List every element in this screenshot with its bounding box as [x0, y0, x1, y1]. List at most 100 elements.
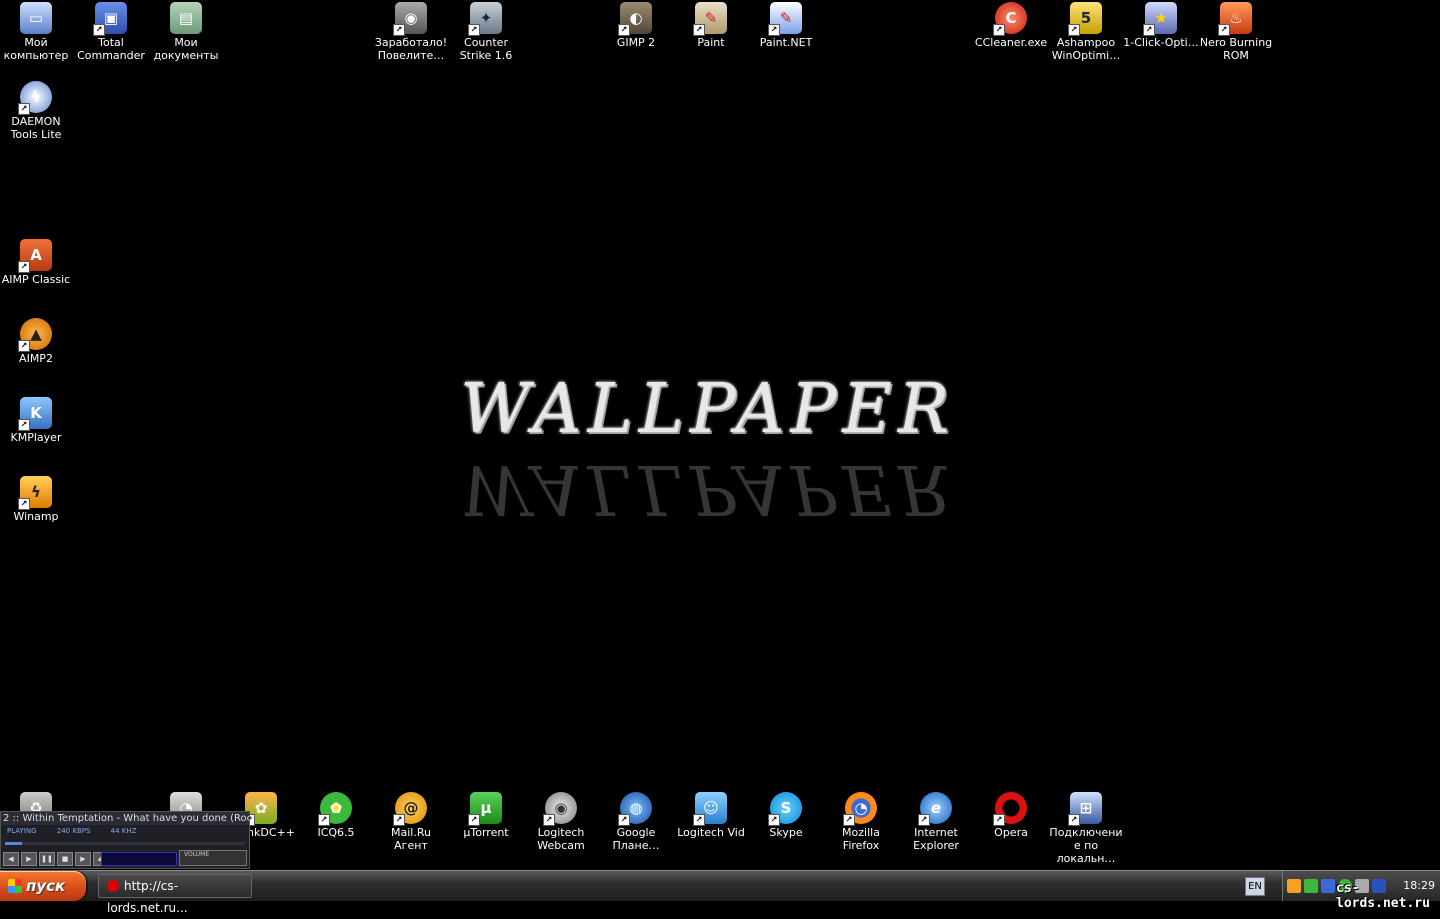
- language-indicator[interactable]: EN: [1245, 877, 1265, 896]
- folder-icon: ▤: [170, 2, 202, 34]
- desktop-icon-label: Мой компьютер: [3, 36, 69, 62]
- wand-icon: ★ ↗: [1143, 2, 1177, 36]
- aimp-icon: ▲ ↗: [18, 318, 52, 352]
- desktop[interactable]: WALLPAPER WALLPAPER ▭ Мой компьютер ▣ ↗ T…: [0, 0, 1440, 870]
- webcam-icon: ◉ ↗: [543, 792, 577, 826]
- desktop-icon-label: Nero Burning ROM: [1199, 36, 1273, 62]
- desktop-icon-1-click-optimizer[interactable]: ★ ↗ 1-Click-Opti…: [1123, 2, 1199, 49]
- desktop-icon-aimp2[interactable]: ▲ ↗ AIMP2: [0, 318, 74, 365]
- desktop-icon-kmplayer[interactable]: K ↗ KMPlayer: [0, 397, 74, 444]
- ashampoo-icon: 5 ↗: [1068, 2, 1102, 36]
- desktop-icon-label: Заработало! Повелите…: [374, 36, 448, 62]
- aimp-tray-icon[interactable]: [1287, 879, 1301, 893]
- desktop-icon-label: DAEMON Tools Lite: [10, 115, 62, 141]
- desktop-icon-label: ICQ6.5: [317, 826, 355, 839]
- desktop-icon-label: KMPlayer: [10, 431, 62, 444]
- desktop-icon-skype[interactable]: S ↗ Skype: [748, 792, 824, 839]
- desktop-icon-label: Мои документы: [153, 36, 219, 62]
- desktop-icon-mailru[interactable]: @ ↗ Mail.Ru Агент: [373, 792, 449, 852]
- desktop-icon-my-documents[interactable]: ▤ Мои документы: [148, 2, 224, 62]
- desktop-icon-label: Counter Strike 1.6: [459, 36, 513, 62]
- desktop-icon-ccleaner[interactable]: C ↗ CCleaner.exe: [973, 2, 1049, 49]
- desktop-icon-label: Total Commander: [77, 36, 145, 62]
- mailru-at-icon: @ ↗: [393, 792, 427, 826]
- nero-icon: ♨ ↗: [1218, 2, 1252, 36]
- desktop-icon-my-computer[interactable]: ▭ Мой компьютер: [0, 2, 74, 62]
- network-tray-icon[interactable]: [1321, 879, 1335, 893]
- desktop-icon-paint-net[interactable]: ✎ ↗ Paint.NET: [748, 2, 824, 49]
- desktop-icon-paint[interactable]: ✎ ↗ Paint: [673, 2, 749, 49]
- taskbar-item-label: http://cs-lords.net.ru...: [107, 879, 188, 915]
- desktop-icon-label: GIMP 2: [616, 36, 656, 49]
- ccleaner-icon: C ↗: [993, 2, 1027, 36]
- icq-flower-icon: ✿ ↗: [318, 792, 352, 826]
- winamp-volume-slider[interactable]: VOLUME: [179, 850, 247, 866]
- desktop-icon-label: Mozilla Firefox: [842, 826, 880, 852]
- desktop-icon-gimp[interactable]: ◐ ↗ GIMP 2: [598, 2, 674, 49]
- winamp-status-bar: PLAYING 240 KBPS 44 KHZ: [1, 825, 249, 837]
- computer-icon: ▭: [20, 2, 52, 34]
- desktop-icon-lan-connection[interactable]: ⊞ ↗ Подключение по локальн…: [1048, 792, 1124, 865]
- skype-icon: S ↗: [768, 792, 802, 826]
- winamp-samplerate: 44 KHZ: [110, 827, 137, 835]
- desktop-icon-label: Google Плане…: [612, 826, 660, 852]
- aimp-classic-icon: A ↗: [18, 239, 52, 273]
- daemon-icon: ϟ ↗: [18, 81, 52, 115]
- utorrent-tray-icon[interactable]: [1304, 879, 1318, 893]
- desktop-icon-label: Opera: [994, 826, 1028, 839]
- desktop-icon-icq[interactable]: ✿ ↗ ICQ6.5: [298, 792, 374, 839]
- watermark-text: cs-lords.net.ru: [1336, 881, 1430, 911]
- winamp-prev-button[interactable]: ◀: [3, 852, 19, 866]
- desktop-icon-label: Paint.NET: [759, 36, 813, 49]
- taskbar: пуск http://cs-lords.net.ru... EN 18:29 …: [0, 870, 1440, 915]
- desktop-icon-label: Logitech Vid: [677, 826, 745, 839]
- paint-icon: ✎ ↗: [693, 2, 727, 36]
- desktop-icon-opera[interactable]: ↗ Opera: [973, 792, 1049, 839]
- winamp-pause-button[interactable]: ❚❚: [39, 852, 55, 866]
- camera-icon: ◉ ↗: [393, 2, 427, 36]
- winamp-stop-button[interactable]: ■: [57, 852, 73, 866]
- wallpaper-text: WALLPAPER: [460, 370, 956, 449]
- winamp-bitrate: 240 KBPS: [56, 827, 91, 835]
- winamp-next-button[interactable]: ▶: [75, 852, 91, 866]
- globe-icon: ◍ ↗: [618, 792, 652, 826]
- winamp-icon: ϟ ↗: [18, 476, 52, 510]
- desktop-icon-daemon-tools[interactable]: ϟ ↗ DAEMON Tools Lite: [0, 81, 74, 141]
- desktop-icon-zarabotalo[interactable]: ◉ ↗ Заработало! Повелите…: [373, 2, 449, 62]
- paintnet-icon: ✎ ↗: [768, 2, 802, 36]
- winamp-controls: ◀ ▶ ❚❚ ■ ▶ ⏏: [3, 852, 109, 866]
- winamp-mini-player[interactable]: 2 :: Within Temptation - What have you d…: [0, 811, 250, 869]
- desktop-icon-logitech-webcam[interactable]: ◉ ↗ Logitech Webcam: [523, 792, 599, 852]
- desktop-icon-label: Skype: [769, 826, 803, 839]
- desktop-icon-internet-explorer[interactable]: e ↗ Internet Explorer: [898, 792, 974, 852]
- desktop-icon-google-earth[interactable]: ◍ ↗ Google Плане…: [598, 792, 674, 852]
- start-button[interactable]: пуск: [0, 871, 86, 901]
- desktop-icon-utorrent[interactable]: µ ↗ µTorrent: [448, 792, 524, 839]
- winamp-seek-fill: [5, 842, 22, 845]
- windows-logo-icon: [8, 879, 22, 893]
- desktop-icon-ashampoo[interactable]: 5 ↗ Ashampoo WinOptimi…: [1048, 2, 1124, 62]
- opera-icon: ↗: [993, 792, 1027, 826]
- desktop-icon-label: 1-Click-Opti…: [1123, 36, 1199, 49]
- taskbar-item-opera[interactable]: http://cs-lords.net.ru...: [98, 874, 252, 915]
- desktop-icon-aimp-classic[interactable]: A ↗ AIMP Classic: [0, 239, 74, 286]
- desktop-icon-counter-strike[interactable]: ✦ ↗ Counter Strike 1.6: [448, 2, 524, 62]
- wallpaper-reflection: WALLPAPER: [460, 449, 956, 528]
- desktop-icon-label: Internet Explorer: [913, 826, 959, 852]
- utorrent-icon: µ ↗: [468, 792, 502, 826]
- winamp-play-status: PLAYING: [7, 827, 37, 835]
- desktop-icon-logitech-vid[interactable]: ☺ ↗ Logitech Vid: [673, 792, 749, 839]
- winamp-song-title: 2 :: Within Temptation - What have you d…: [1, 812, 249, 825]
- desktop-icon-label: Ashampoo WinOptimi…: [1051, 36, 1121, 62]
- winamp-visualizer: [101, 852, 177, 866]
- opera-icon: [107, 880, 119, 892]
- winamp-seek-bar[interactable]: [5, 842, 245, 845]
- desktop-icon-firefox[interactable]: ◔ ↗ Mozilla Firefox: [823, 792, 899, 852]
- desktop-icon-total-commander[interactable]: ▣ ↗ Total Commander: [73, 2, 149, 62]
- desktop-icon-nero[interactable]: ♨ ↗ Nero Burning ROM: [1198, 2, 1274, 62]
- ie-icon: e ↗: [918, 792, 952, 826]
- network-icon: ⊞ ↗: [1068, 792, 1102, 826]
- kmplayer-icon: K ↗: [18, 397, 52, 431]
- desktop-icon-winamp[interactable]: ϟ ↗ Winamp: [0, 476, 74, 523]
- winamp-play-button[interactable]: ▶: [21, 852, 37, 866]
